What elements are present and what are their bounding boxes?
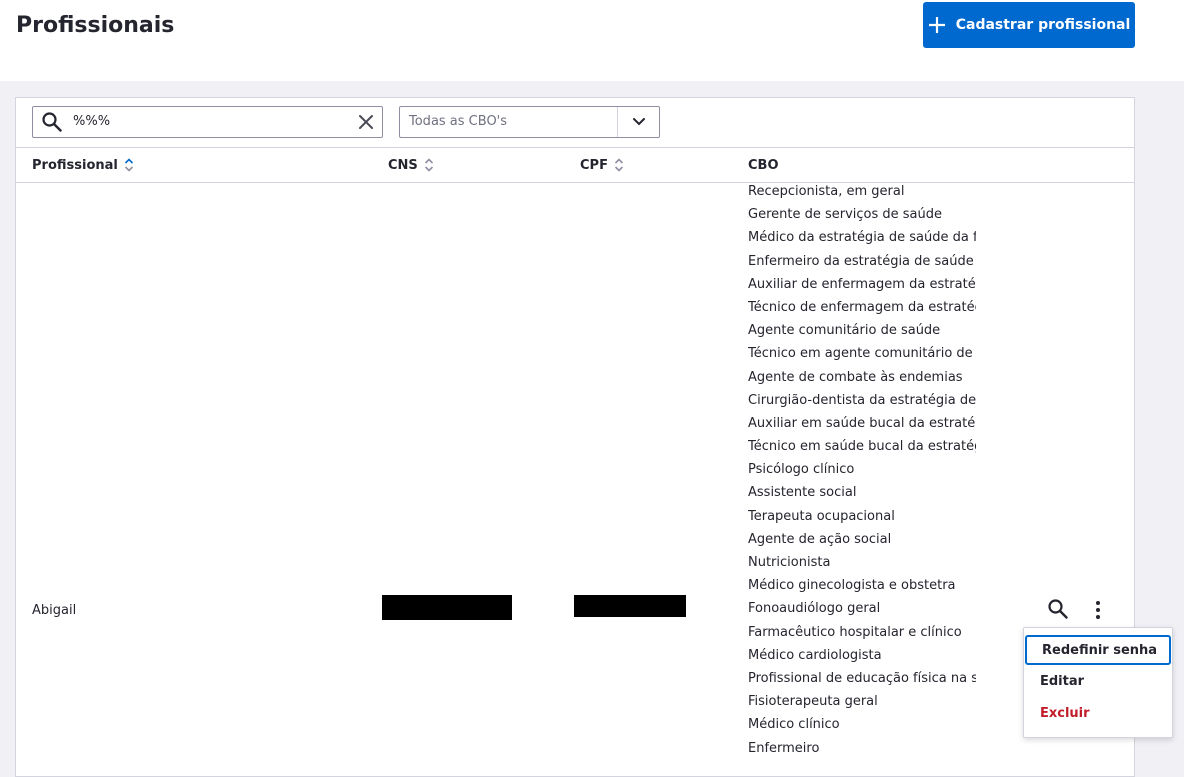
cbo-item: Gerente de serviços de saúde [748, 207, 943, 223]
cbo-select-toggle[interactable] [617, 107, 659, 137]
cbo-item: Agente de combate às endemias [748, 369, 963, 385]
column-header-cbo: CBO [748, 148, 779, 182]
register-professional-label: Cadastrar profissional [955, 17, 1131, 33]
cbo-item: Cirurgião-dentista da estratégia de saú [748, 392, 976, 408]
cbo-item: Auxiliar de enfermagem da estratégia d [748, 276, 976, 292]
sort-icon [614, 158, 624, 172]
redacted-cns [382, 595, 512, 620]
column-label-cbo: CBO [748, 157, 779, 173]
reset-password-menu-item[interactable]: Redefinir senha [1025, 635, 1171, 665]
clear-icon[interactable] [358, 114, 374, 130]
cbo-item: Fonoaudiólogo geral [748, 601, 881, 617]
cbo-item: Fisioterapeuta geral [748, 694, 878, 710]
plus-icon [928, 17, 945, 33]
cbo-item: Agente de ação social [748, 531, 892, 547]
column-label-cns: CNS [388, 157, 418, 173]
register-professional-button[interactable]: Cadastrar profissional [923, 2, 1135, 48]
cbo-item: Técnico em agente comunitário de saúd [748, 346, 976, 362]
cbo-select-value: Todas as CBO's [409, 114, 508, 129]
cbo-item: Psicólogo clínico [748, 462, 855, 478]
column-label-profissional: Profissional [32, 157, 118, 173]
column-label-cpf: CPF [580, 157, 608, 173]
cbo-item: Técnico em saúde bucal da estratégia d [748, 439, 976, 455]
search-icon [42, 112, 62, 132]
table-header: Profissional CNS CPF CBO [16, 147, 1134, 183]
cbo-item: Enfermeiro da estratégia de saúde da fa [748, 253, 976, 269]
more-options-icon[interactable] [1093, 600, 1103, 620]
cbo-item: Assistente social [748, 485, 857, 501]
cbo-item: Agente comunitário de saúde [748, 323, 941, 339]
cbo-list: Recepcionista, em geral Gerente de servi… [748, 180, 976, 760]
professional-name: Abigail [32, 603, 77, 618]
cbo-item: Médico clínico [748, 717, 840, 733]
cbo-select[interactable]: Todas as CBO's [399, 106, 660, 138]
chevron-down-icon [632, 118, 645, 126]
row-options-menu: Redefinir senha Editar Excluir [1023, 627, 1173, 738]
cbo-item: Médico ginecologista e obstetra [748, 578, 956, 594]
column-header-profissional[interactable]: Profissional [32, 148, 134, 182]
cbo-item: Profissional de educação física na saúd [748, 670, 976, 686]
view-icon[interactable] [1047, 598, 1069, 620]
page-header: Profissionais Cadastrar profissional [0, 0, 1184, 81]
professionals-table-card: %%% Todas as CBO's Profissional CNS CPF … [15, 97, 1135, 777]
delete-menu-item[interactable]: Excluir [1024, 698, 1172, 730]
search-input-value: %%% [73, 114, 111, 129]
sort-icon [124, 158, 133, 172]
column-header-cns[interactable]: CNS [388, 148, 434, 182]
cbo-item: Auxiliar em saúde bucal da estratégia d [748, 415, 976, 431]
search-input[interactable]: %%% [32, 106, 383, 138]
redacted-cpf [574, 595, 686, 617]
cbo-item: Nutricionista [748, 555, 831, 570]
sort-icon [424, 158, 433, 172]
cbo-item: Enfermeiro [748, 740, 820, 756]
cbo-item: Médico cardiologista [748, 647, 882, 663]
cbo-item: Recepcionista, em geral [748, 184, 905, 199]
cbo-item: Médico da estratégia de saúde da famíl [748, 230, 976, 246]
cbo-item: Farmacêutico hospitalar e clínico [748, 624, 962, 640]
page-title: Profissionais [16, 13, 175, 38]
cbo-item: Técnico de enfermagem da estratégia d [748, 299, 976, 315]
column-header-cpf[interactable]: CPF [580, 148, 624, 182]
edit-menu-item[interactable]: Editar [1024, 666, 1172, 698]
cbo-item: Terapeuta ocupacional [748, 508, 895, 524]
